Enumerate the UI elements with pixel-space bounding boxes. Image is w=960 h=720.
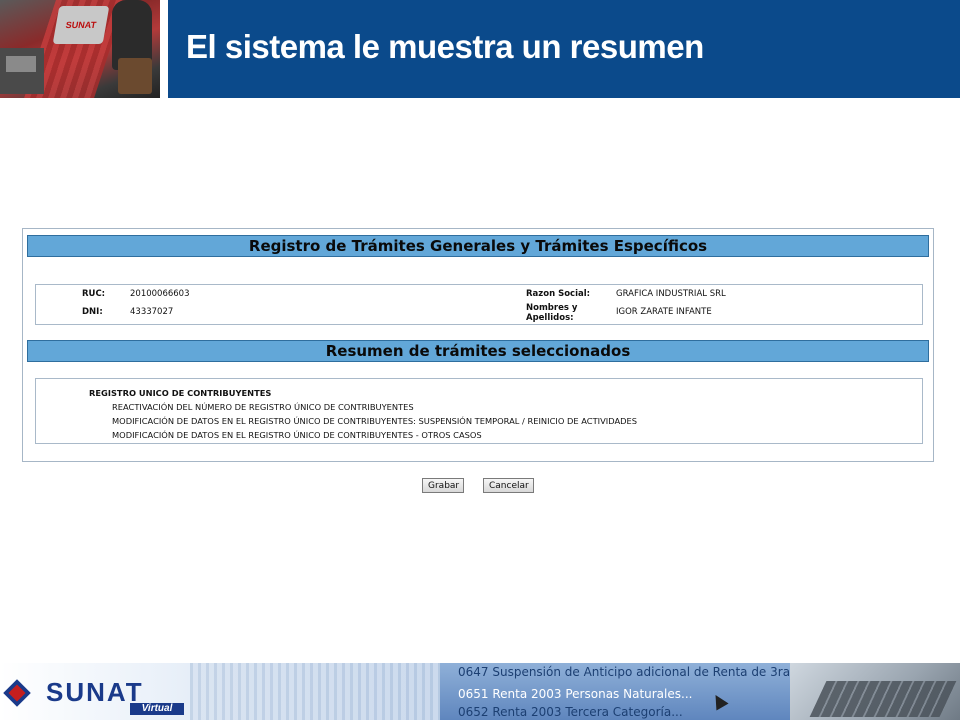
nombres-label-line2: Apellidos: (526, 313, 574, 323)
tramite-item: REACTIVACIÓN DEL NÚMERO DE REGISTRO ÚNIC… (112, 402, 414, 412)
nombres-value: IGOR ZARATE INFANTE (616, 307, 712, 317)
resumen-box: REGISTRO UNICO DE CONTRIBUYENTES REACTIV… (35, 378, 923, 444)
sunat-diamond-icon (3, 679, 31, 707)
section-header-registro: Registro de Trámites Generales y Trámite… (27, 235, 929, 257)
grabar-button[interactable]: Grabar (422, 478, 464, 493)
header-gap (160, 0, 168, 98)
slide-title: El sistema le muestra un resumen (186, 28, 704, 65)
dni-value: 43337027 (130, 307, 174, 317)
razon-social-value: GRAFICA INDUSTRIAL SRL (616, 289, 726, 299)
sunat-logo-text: SUNAT (46, 677, 144, 707)
footer-laptop-image (790, 663, 960, 720)
footer-screen-line: 0651 Renta 2003 Personas Naturales... (458, 687, 693, 701)
dni-label: DNI: (82, 307, 103, 317)
footer-screen-line: 0647 Suspensión de Anticipo adicional de… (458, 665, 802, 679)
cancelar-button[interactable]: Cancelar (483, 478, 534, 493)
footer-screen-image: 0647 Suspensión de Anticipo adicional de… (440, 663, 802, 720)
tramite-item: MODIFICACIÓN DE DATOS EN EL REGISTRO ÚNI… (112, 430, 482, 440)
ruc-value: 20100066603 (130, 289, 190, 299)
contribuyente-info-box: RUC: 20100066603 DNI: 43337027 Razon Soc… (35, 284, 923, 325)
photo-truck (0, 48, 44, 94)
header-photo: SUNAT (0, 0, 160, 98)
tramites-panel: Registro de Trámites Generales y Trámite… (22, 228, 934, 462)
footer-banner: SUNAT Virtual 0647 Suspensión de Anticip… (0, 663, 960, 720)
photo-sunat-sign: SUNAT (52, 6, 110, 44)
tramite-item: MODIFICACIÓN DE DATOS EN EL REGISTRO ÚNI… (112, 416, 638, 426)
laptop-keyboard (809, 681, 957, 717)
razon-social-label: Razon Social: (526, 289, 591, 299)
sunat-virtual-logo: SUNAT Virtual (0, 677, 188, 715)
nombres-label-line1: Nombres y (526, 303, 578, 313)
header-bar: El sistema le muestra un resumen (168, 0, 960, 98)
virtual-logo-text: Virtual (130, 703, 184, 715)
footer-stripes (190, 663, 440, 720)
photo-briefcase (118, 58, 152, 94)
section-header-resumen: Resumen de trámites seleccionados (27, 340, 929, 362)
tramite-group-title: REGISTRO UNICO DE CONTRIBUYENTES (89, 388, 272, 398)
ruc-label: RUC: (82, 289, 106, 299)
footer-screen-line: 0652 Renta 2003 Tercera Categoría... (458, 705, 683, 719)
